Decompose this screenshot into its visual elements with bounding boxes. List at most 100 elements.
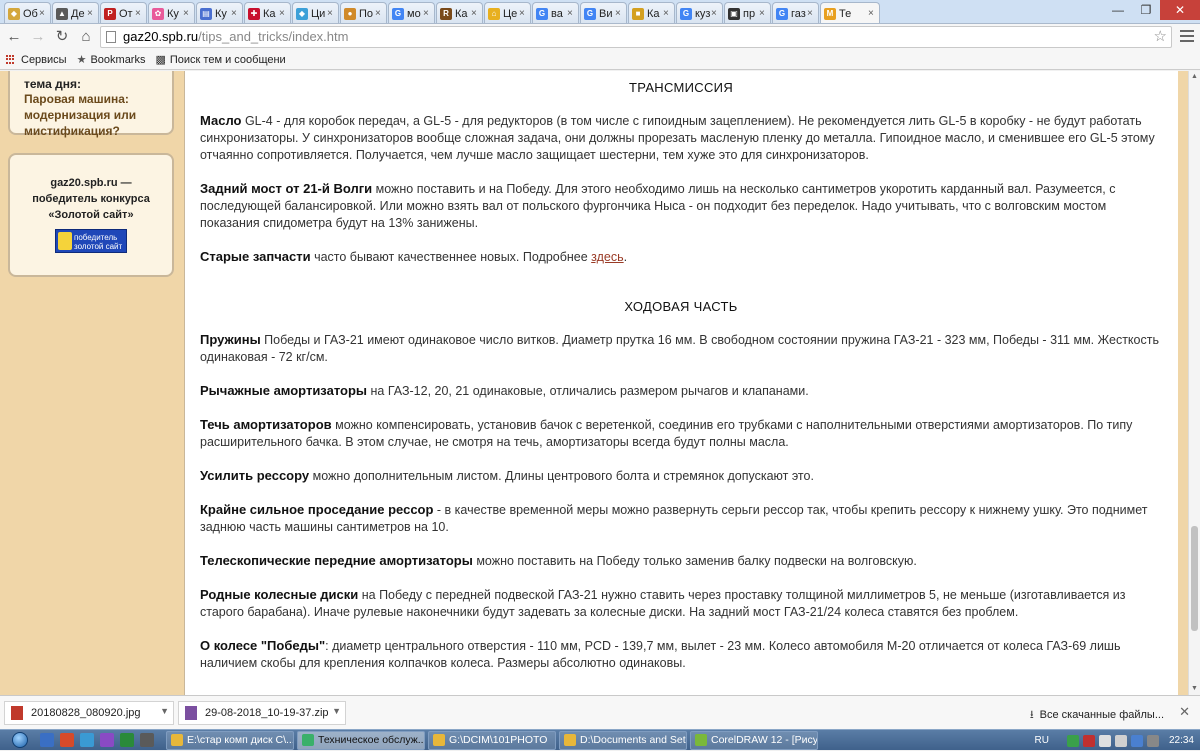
tab-close-icon[interactable]: × xyxy=(279,8,287,19)
tab-close-icon[interactable]: × xyxy=(375,8,383,19)
browser-tab[interactable]: Gмо × xyxy=(388,2,435,23)
tab-close-icon[interactable]: × xyxy=(519,8,527,19)
chevron-down-icon[interactable]: ▼ xyxy=(332,706,341,716)
taskbar-app-icon xyxy=(302,734,314,746)
tab-close-icon[interactable]: × xyxy=(615,8,623,19)
tab-close-icon[interactable]: × xyxy=(567,8,575,19)
tab-close-icon[interactable]: × xyxy=(183,8,191,19)
browser-tab[interactable]: G Ви × xyxy=(580,2,627,23)
show-all-downloads-link[interactable]: ⭳ Все скачанные файлы... xyxy=(1030,706,1164,725)
paragraph-tail: . xyxy=(623,250,628,264)
chevron-down-icon[interactable]: ▼ xyxy=(160,706,169,716)
tab-close-icon[interactable]: × xyxy=(423,8,431,19)
tab-close-icon[interactable]: × xyxy=(471,8,479,19)
badge-line: золотой сайт xyxy=(74,242,123,251)
tab-close-icon[interactable]: × xyxy=(87,8,95,19)
taskbar-button[interactable]: E:\стар комп диск C\... xyxy=(166,730,294,750)
forward-arrow-icon[interactable]: → xyxy=(28,27,48,47)
menu-icon[interactable] xyxy=(1180,28,1194,44)
tab-close-icon[interactable]: × xyxy=(868,8,876,19)
topic-of-day-link[interactable]: Паровая машина: модернизация или мистифи… xyxy=(24,91,172,139)
browser-tab[interactable]: Gва × xyxy=(532,2,579,23)
quick-launch-icon[interactable] xyxy=(60,733,74,747)
tray-app-icon[interactable] xyxy=(1066,734,1079,747)
reload-icon[interactable]: ↻ xyxy=(52,27,72,47)
browser-tab[interactable]: Gкуз × xyxy=(676,2,723,23)
taskbar-button[interactable]: CorelDRAW 12 - [Рису... xyxy=(690,730,818,750)
browser-tab[interactable]: ◆ Ци × xyxy=(292,2,339,23)
browser-tab[interactable]: M Те × xyxy=(820,2,880,23)
browser-tab[interactable]: ◆ Об × xyxy=(4,2,51,23)
home-icon[interactable]: ⌂ xyxy=(76,27,96,47)
tab-close-icon[interactable]: × xyxy=(39,8,47,19)
article-paragraph: Рычажные амортизаторы на ГАЗ-12, 20, 21 … xyxy=(200,382,1162,400)
browser-tab[interactable]: ✚ Ка × xyxy=(244,2,291,23)
browser-tab[interactable]: R Ка × xyxy=(436,2,483,23)
quick-launch-icon[interactable] xyxy=(100,733,114,747)
tab-favicon-icon: ● xyxy=(344,7,356,20)
language-indicator[interactable]: RU xyxy=(1035,735,1049,746)
tab-close-icon[interactable]: × xyxy=(135,8,143,19)
scroll-up-icon[interactable]: ▲ xyxy=(1189,71,1200,83)
bookmark-star-icon[interactable]: ☆ xyxy=(1154,27,1167,47)
close-shelf-icon[interactable]: ✕ xyxy=(1179,704,1190,720)
quick-launch-icon[interactable] xyxy=(80,733,94,747)
quick-launch-icon[interactable] xyxy=(40,733,54,747)
close-window-icon[interactable]: ✕ xyxy=(1160,0,1200,20)
article-paragraph: О колесе "Победы": диаметр центрального … xyxy=(200,637,1162,672)
vertical-scrollbar[interactable]: ▲ ▼ xyxy=(1188,71,1200,695)
browser-tab[interactable]: ▤ Ку × xyxy=(196,2,243,23)
bookmark-services[interactable]: Сервисы xyxy=(6,54,67,66)
network-icon[interactable] xyxy=(1098,734,1111,747)
topic-of-day-box: тема дня: Паровая машина: модернизация и… xyxy=(8,71,174,138)
tab-title: Те xyxy=(839,7,852,20)
download-item[interactable]: 20180828_080920.jpg ▼ xyxy=(4,701,174,725)
tab-close-icon[interactable]: × xyxy=(231,8,239,19)
minimize-icon[interactable]: — xyxy=(1104,0,1132,20)
download-item[interactable]: 29-08-2018_10-19-37.zip ▼ xyxy=(178,701,346,725)
tab-favicon-icon: G xyxy=(392,7,404,20)
volume-icon[interactable] xyxy=(1114,734,1127,747)
paragraph-text: можно компенсировать, установив бачок с … xyxy=(200,418,1133,449)
browser-tab[interactable]: ✿ Ку × xyxy=(148,2,195,23)
scroll-down-icon[interactable]: ▼ xyxy=(1189,683,1200,695)
paragraph-text: : диаметр центрального отверстия - 110 м… xyxy=(200,639,1121,670)
show-all-label: Все скачанные файлы... xyxy=(1039,709,1164,721)
scrollbar-thumb[interactable] xyxy=(1191,526,1198,631)
back-arrow-icon[interactable]: ← xyxy=(4,27,24,47)
tray-app-icon[interactable] xyxy=(1130,734,1143,747)
taskbar-app-icon xyxy=(564,734,576,746)
taskbar-button[interactable]: D:\Documents and Set... xyxy=(559,730,687,750)
bookmark-search-topics[interactable]: ▩ Поиск тем и сообщени xyxy=(155,53,285,67)
taskbar-button[interactable]: Техническое обслуж... xyxy=(297,730,425,750)
tab-close-icon[interactable]: × xyxy=(807,8,815,19)
paragraph-text: GL-4 - для коробок передач, а GL-5 - для… xyxy=(200,114,1155,162)
address-bar[interactable]: gaz20.spb.ru/tips_and_tricks/index.htm ☆ xyxy=(100,26,1172,48)
start-button[interactable] xyxy=(0,730,40,751)
browser-tab[interactable]: ■ Ка × xyxy=(628,2,675,23)
golden-site-badge[interactable]: победитель золотой сайт xyxy=(55,229,127,253)
tab-close-icon[interactable]: × xyxy=(759,8,767,19)
maximize-icon[interactable]: ❐ xyxy=(1132,0,1160,20)
tab-close-icon[interactable]: × xyxy=(663,8,671,19)
tray-app-icon[interactable] xyxy=(1082,734,1095,747)
quick-launch-icon[interactable] xyxy=(140,733,154,747)
browser-tab[interactable]: ● По × xyxy=(340,2,387,23)
quick-launch-icon[interactable] xyxy=(120,733,134,747)
taskbar-button[interactable]: G:\DCIM\101PHOTO xyxy=(428,730,556,750)
bookmark-bookmarks[interactable]: ★ Bookmarks xyxy=(77,53,146,67)
more-link[interactable]: здесь xyxy=(591,250,623,264)
article-paragraph: Родные колесные диски на Победу с передн… xyxy=(200,586,1162,621)
browser-tab[interactable]: ▣ пр × xyxy=(724,2,771,23)
browser-tab[interactable]: ⌂ Це × xyxy=(484,2,531,23)
tray-app-icon[interactable] xyxy=(1146,734,1159,747)
badge-line: победитель xyxy=(74,233,118,242)
tab-title: мо xyxy=(407,7,421,20)
tab-close-icon[interactable]: × xyxy=(327,8,335,19)
clock[interactable]: 22:34 xyxy=(1169,735,1194,746)
browser-tab[interactable]: Gгаз × xyxy=(772,2,819,23)
tab-close-icon[interactable]: × xyxy=(711,8,719,19)
taskbar-buttons: E:\стар комп диск C\... Техническое обслу… xyxy=(166,730,821,750)
browser-tab[interactable]: ▲ Де × xyxy=(52,2,99,23)
browser-tab[interactable]: P От × xyxy=(100,2,147,23)
